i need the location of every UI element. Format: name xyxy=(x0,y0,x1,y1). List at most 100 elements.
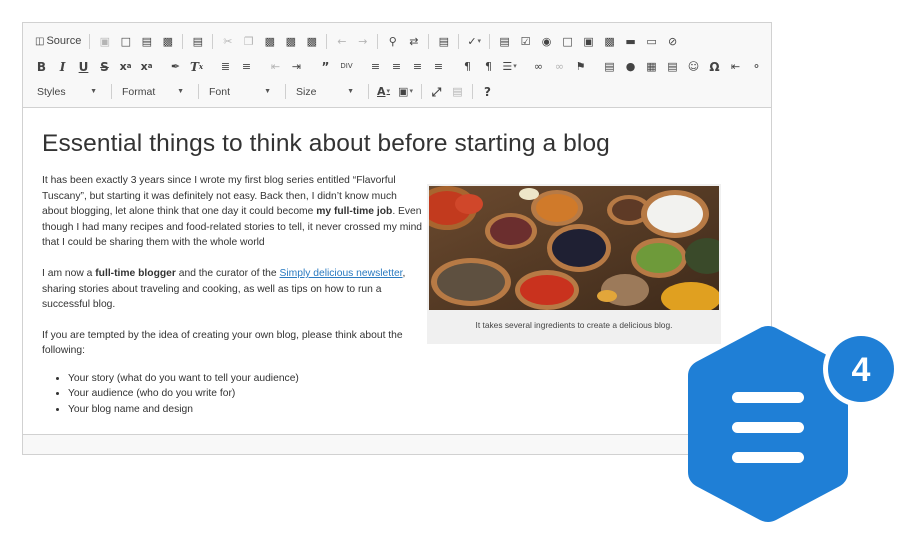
underline-icon[interactable]: U xyxy=(74,57,93,76)
print-icon[interactable]: ▩ xyxy=(158,32,177,51)
cut-icon[interactable]: ✂ xyxy=(218,32,237,51)
toolbar-row-3: Styles ▼ Format ▼ Font ▼ Size ▼ A ▾ ▣ ▾ ⤢ xyxy=(31,79,763,104)
ltr-icon[interactable]: ¶ xyxy=(458,57,477,76)
find-icon[interactable]: ⚲ xyxy=(383,32,402,51)
paragraph-1-bold: my full-time job xyxy=(316,206,393,218)
editor-status-bar xyxy=(23,434,771,454)
spellcheck-icon[interactable]: ✓ ▾ xyxy=(464,32,484,51)
new-page-icon[interactable]: □ xyxy=(116,32,135,51)
templates-icon[interactable]: ▤ xyxy=(188,32,207,51)
paste-icon[interactable]: ▩ xyxy=(260,32,279,51)
toolbar-separator xyxy=(377,34,379,49)
format-dropdown[interactable]: Format ▼ xyxy=(116,82,190,101)
strikethrough-icon[interactable]: S xyxy=(95,57,114,76)
rtl-icon[interactable]: ¶ xyxy=(479,57,498,76)
checkbox-icon[interactable]: ☑ xyxy=(516,32,535,51)
newsletter-link[interactable]: Simply delicious newsletter xyxy=(280,268,403,279)
remove-format-icon[interactable]: Tx xyxy=(187,57,206,76)
textarea-icon[interactable]: ▣ xyxy=(579,32,598,51)
copy-icon[interactable]: ❐ xyxy=(239,32,258,51)
subscript-icon[interactable]: xa xyxy=(116,57,135,76)
superscript-icon[interactable]: xa xyxy=(137,57,156,76)
link-icon[interactable]: ∞ xyxy=(529,57,548,76)
badge-count: 4 xyxy=(852,351,871,389)
chevron-down-icon: ▼ xyxy=(264,88,271,95)
toolbar-separator xyxy=(182,34,184,49)
bullet-list: Your story (what do you want to tell you… xyxy=(68,371,425,417)
redo-icon[interactable]: → xyxy=(353,32,372,51)
notification-badge[interactable]: 4 xyxy=(680,322,905,532)
editor-content[interactable]: Essential things to think about before s… xyxy=(23,109,771,435)
numbered-list-icon[interactable]: ≣ xyxy=(216,57,235,76)
radio-icon[interactable]: ◉ xyxy=(537,32,556,51)
chevron-down-icon: ▼ xyxy=(90,88,97,95)
toolbar-separator xyxy=(489,34,491,49)
toolbar-row-2: B I U S xa xa ✒ Tx ≣ ≡ ⇤ ⇥ ” DIV ≡ ≡ ≡ ≡… xyxy=(31,54,763,79)
outdent-icon[interactable]: ⇤ xyxy=(266,57,285,76)
button-field-icon[interactable]: ▬ xyxy=(621,32,640,51)
select-all-icon[interactable]: ▤ xyxy=(434,32,453,51)
toolbar-separator xyxy=(89,34,91,49)
page-break-icon[interactable]: ⇤ xyxy=(726,57,745,76)
special-char-icon[interactable]: Ω xyxy=(705,57,724,76)
font-label: Font xyxy=(209,85,231,98)
form-icon[interactable]: ▤ xyxy=(495,32,514,51)
hidden-field-icon[interactable]: ⊘ xyxy=(663,32,682,51)
source-button[interactable]: ◫ Source xyxy=(32,32,84,51)
unlink-icon[interactable]: ∞ xyxy=(550,57,569,76)
line-1 xyxy=(732,392,804,403)
maximize-icon[interactable]: ⤢ xyxy=(427,82,446,101)
iframe-icon[interactable]: ⚬ xyxy=(747,57,766,76)
bulleted-list-icon[interactable]: ≡ xyxy=(237,57,256,76)
image-icon[interactable]: ▤ xyxy=(600,57,619,76)
article-title: Essential things to think about before s… xyxy=(42,130,610,157)
flash-icon[interactable]: ● xyxy=(621,57,640,76)
language-icon[interactable]: ☰ ▾ xyxy=(500,57,519,76)
align-right-icon[interactable]: ≡ xyxy=(408,57,427,76)
show-blocks-icon[interactable]: ▤ xyxy=(448,82,467,101)
select-field-icon[interactable]: ▩ xyxy=(600,32,619,51)
chevron-down-icon: ▼ xyxy=(177,88,184,95)
paste-word-icon[interactable]: ▩ xyxy=(302,32,321,51)
source-label: Source xyxy=(46,35,82,47)
smiley-icon[interactable]: ☺ xyxy=(684,57,703,76)
text-color-icon[interactable]: A ▾ xyxy=(374,82,393,101)
list-item: Your story (what do you want to tell you… xyxy=(68,371,425,386)
background-color-icon[interactable]: ▣ ▾ xyxy=(395,82,416,101)
div-container-icon[interactable]: DIV xyxy=(337,57,356,76)
textfield-icon[interactable]: □ xyxy=(558,32,577,51)
align-left-icon[interactable]: ≡ xyxy=(366,57,385,76)
save-icon[interactable]: ▣ xyxy=(95,32,114,51)
undo-icon[interactable]: ← xyxy=(332,32,351,51)
font-dropdown[interactable]: Font ▼ xyxy=(203,82,277,101)
horizontal-line-icon[interactable]: ▤ xyxy=(663,57,682,76)
toolbar-separator xyxy=(420,84,422,99)
paragraph-2-bold: full-time blogger xyxy=(95,267,176,279)
replace-icon[interactable]: ⇄ xyxy=(404,32,423,51)
align-center-icon[interactable]: ≡ xyxy=(387,57,406,76)
chevron-down-icon: ▼ xyxy=(347,88,354,95)
paragraph-3: If you are tempted by the idea of creati… xyxy=(42,329,403,357)
justify-icon[interactable]: ≡ xyxy=(429,57,448,76)
anchor-flag-icon[interactable]: ⚑ xyxy=(571,57,590,76)
blockquote-icon[interactable]: ” xyxy=(316,57,335,76)
paste-text-icon[interactable]: ▩ xyxy=(281,32,300,51)
preview-icon[interactable]: ▤ xyxy=(137,32,156,51)
copy-format-icon[interactable]: ✒ xyxy=(166,57,185,76)
image-button-icon[interactable]: ▭ xyxy=(642,32,661,51)
list-item: Your blog name and design xyxy=(68,402,425,417)
bold-icon[interactable]: B xyxy=(32,57,51,76)
source-icon: ◫ xyxy=(35,35,45,47)
paragraph-2-start: I am now a xyxy=(42,267,96,279)
line-2 xyxy=(732,422,804,433)
indent-icon[interactable]: ⇥ xyxy=(287,57,306,76)
styles-dropdown[interactable]: Styles ▼ xyxy=(31,82,103,101)
help-button[interactable]: ? xyxy=(478,82,497,101)
toolbar-separator xyxy=(471,84,473,99)
italic-icon[interactable]: I xyxy=(53,57,72,76)
image-figure[interactable]: It takes several ingredients to create a… xyxy=(427,184,721,344)
table-icon[interactable]: ▦ xyxy=(642,57,661,76)
size-label: Size xyxy=(296,85,317,98)
toolbar-separator xyxy=(198,84,199,99)
size-dropdown[interactable]: Size ▼ xyxy=(290,82,360,101)
